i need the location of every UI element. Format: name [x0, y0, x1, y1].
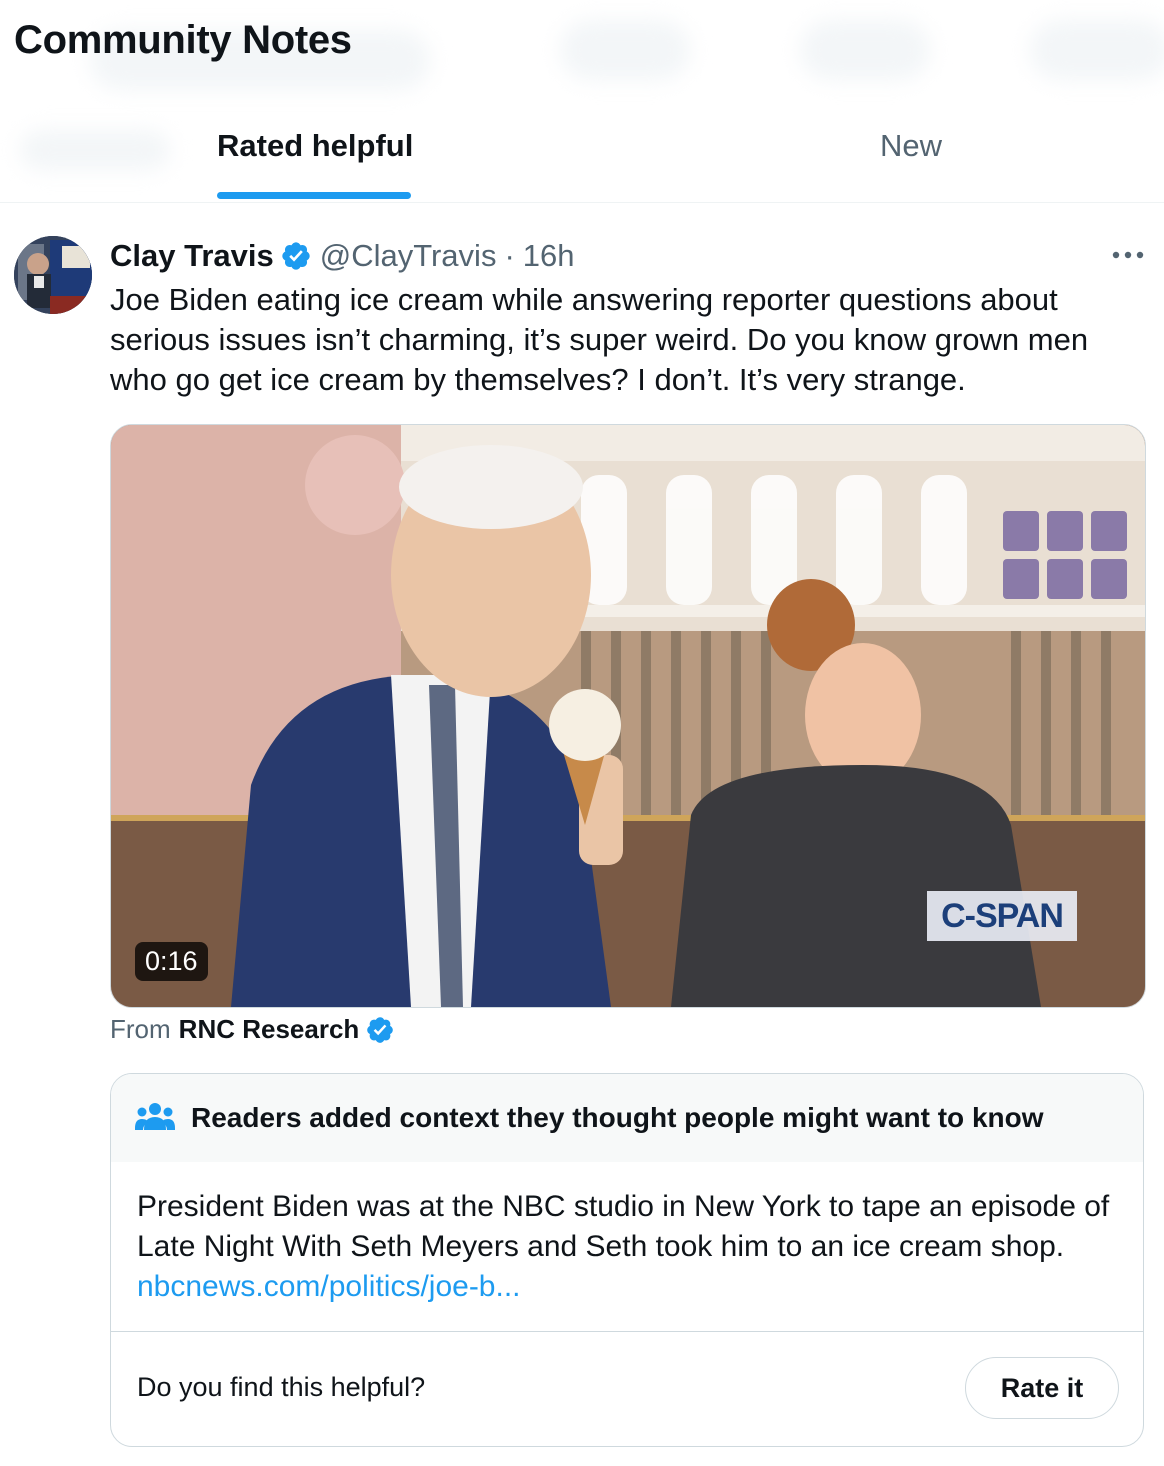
- avatar-image: [14, 236, 92, 314]
- tab-rated-helpful[interactable]: Rated helpful: [217, 128, 413, 164]
- people-icon: [135, 1103, 175, 1130]
- verified-badge-icon: [282, 242, 310, 270]
- blurred-background: [20, 130, 170, 170]
- author-handle[interactable]: @ClayTravis: [320, 238, 497, 274]
- page-title: Community Notes: [14, 18, 352, 62]
- blurred-background: [560, 20, 690, 80]
- rate-it-button[interactable]: Rate it: [965, 1357, 1119, 1419]
- attribution-prefix: From: [110, 1014, 171, 1044]
- attribution-source[interactable]: RNC Research: [179, 1014, 360, 1045]
- note-divider: [111, 1331, 1143, 1332]
- video-player[interactable]: 0:16 C-SPAN: [110, 424, 1146, 1008]
- verified-badge-icon: [367, 1016, 394, 1043]
- avatar[interactable]: [14, 236, 92, 314]
- tab-new[interactable]: New: [880, 128, 942, 164]
- note-body: President Biden was at the NBC studio in…: [137, 1187, 1127, 1307]
- note-header: Readers added context they thought peopl…: [111, 1074, 1143, 1162]
- post-timestamp[interactable]: 16h: [523, 238, 575, 274]
- cspan-watermark: C-SPAN: [927, 891, 1077, 941]
- more-options-icon[interactable]: [1108, 240, 1148, 270]
- note-text: President Biden was at the NBC studio in…: [137, 1190, 1110, 1263]
- notes-header: Community Notes Rated helpful New: [0, 0, 1164, 203]
- community-note-card: Readers added context they thought peopl…: [110, 1073, 1144, 1447]
- author-name[interactable]: Clay Travis: [110, 238, 274, 274]
- active-tab-indicator: [217, 192, 411, 199]
- note-heading: Readers added context they thought peopl…: [191, 1102, 1044, 1133]
- post-header: Clay Travis @ClayTravis · 16h: [110, 236, 575, 276]
- note-source-link[interactable]: nbcnews.com/politics/joe-b...: [137, 1267, 1127, 1307]
- separator-dot: ·: [504, 238, 515, 273]
- helpful-question: Do you find this helpful?: [137, 1372, 426, 1402]
- media-attribution: From RNC Research: [110, 1014, 403, 1045]
- video-duration: 0:16: [135, 942, 208, 981]
- post-text: Joe Biden eating ice cream while answeri…: [110, 282, 1089, 397]
- blurred-background: [800, 20, 930, 80]
- blurred-background: [1030, 20, 1164, 80]
